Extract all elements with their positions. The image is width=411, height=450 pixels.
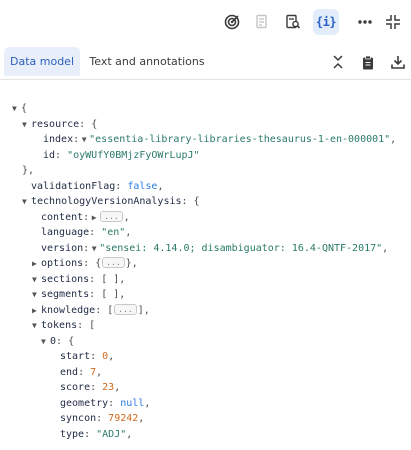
expand-toggle-icon[interactable]: ▼	[41, 334, 50, 350]
json-key: tokens	[41, 320, 78, 331]
json-view-label: {i}	[315, 15, 337, 29]
more-icon[interactable]	[352, 9, 378, 35]
json-value: "essentia-library-libraries-thesaurus-1-…	[89, 134, 391, 145]
json-key: options	[41, 258, 84, 269]
collapsed-ellipsis[interactable]: ...	[100, 210, 123, 222]
json-row-technology-version-analysis: ▼ technologyVersionAnalysis: {	[0, 194, 411, 210]
json-row-segments: ▼ segments: [ ],	[0, 287, 411, 303]
json-key: type	[60, 428, 85, 440]
document-search-icon[interactable]	[280, 9, 306, 35]
collapse-all-icon[interactable]	[327, 51, 349, 73]
target-icon[interactable]	[219, 9, 245, 35]
json-row-validation-flag: validationFlag: false,	[31, 180, 164, 192]
json-key: segments	[41, 289, 90, 300]
json-row-geometry: geometry: null,	[60, 397, 151, 409]
json-row-syncon: syncon: 79242,	[60, 413, 145, 424]
json-value: null	[120, 397, 145, 409]
json-row-start: start: 0,	[60, 351, 115, 362]
json-row-type: type: "ADJ",	[60, 428, 133, 440]
expand-toggle-icon[interactable]: ▼	[12, 101, 21, 117]
json-key: id	[43, 149, 56, 161]
json-key: technologyVersionAnalysis	[31, 196, 182, 207]
expand-toggle-icon[interactable]: ▼	[32, 287, 41, 303]
json-row-language: language: "en",	[41, 227, 132, 238]
json-key: geometry	[60, 397, 109, 409]
json-key: content	[41, 211, 84, 223]
json-root-row: ▼{	[0, 101, 411, 117]
json-row-resource: ▼ resource: {	[0, 117, 411, 133]
json-row-options: ▶ options: {...},	[0, 256, 411, 272]
expand-toggle-icon[interactable]: ▼	[22, 117, 31, 133]
json-value: "ADJ"	[96, 428, 127, 440]
json-row-knowledge: ▶ knowledge: [...],	[0, 303, 411, 319]
json-key: score	[60, 382, 91, 393]
json-key: language	[41, 227, 90, 238]
json-row-end: end: 7,	[60, 366, 103, 378]
collapsed-ellipsis[interactable]: ...	[102, 257, 125, 268]
json-row-id: id: "oyWUfY0BMjzFyOWrLupJ"	[43, 149, 200, 161]
download-icon[interactable]	[387, 51, 409, 73]
collapse-panel-icon[interactable]	[380, 9, 406, 35]
json-value: false	[127, 180, 158, 192]
expand-toggle-icon[interactable]: ▼	[79, 132, 89, 148]
expand-toggle-icon[interactable]: ▼	[32, 318, 41, 334]
json-value: 23	[102, 382, 115, 393]
json-key: start	[60, 351, 91, 362]
tab-data-model[interactable]: Data model	[4, 47, 80, 76]
document-list-icon[interactable]	[249, 9, 275, 35]
json-row-index: index: ▼ "essentia-library-libraries-thesa…	[0, 132, 411, 148]
json-value: "sensei: 4.14.0; disambiguator: 16.4-QNT…	[99, 242, 383, 254]
tab-bar: Data model Text and annotations	[0, 44, 411, 80]
json-value: 79242	[108, 413, 139, 424]
collapsed-ellipsis[interactable]: ...	[114, 303, 137, 315]
json-tree: ▼{ ▼ resource: { index: ▼ "essentia-library…	[0, 80, 411, 450]
tab-text-and-annotations[interactable]: Text and annotations	[88, 47, 206, 76]
expand-toggle-icon[interactable]: ▶	[32, 256, 41, 272]
json-key: version	[41, 242, 84, 254]
json-key: knowledge	[41, 304, 96, 316]
json-value: "oyWUfY0BMjzFyOWrLupJ"	[67, 149, 200, 161]
json-key: syncon	[60, 413, 97, 424]
expand-toggle-icon[interactable]: ▶	[32, 303, 41, 319]
json-row-resource-close: },	[22, 165, 35, 176]
json-row-token-0: ▼ 0: {	[0, 334, 411, 350]
json-key: index	[43, 134, 74, 145]
expand-toggle-icon[interactable]: ▼	[89, 241, 99, 257]
top-toolbar: {i}	[0, 0, 411, 44]
json-key: validationFlag	[31, 180, 116, 192]
json-value: "en"	[101, 227, 126, 238]
expand-toggle-icon[interactable]: ▼	[22, 194, 31, 210]
json-row-content: content: ▶...,	[0, 210, 411, 226]
expand-toggle-icon[interactable]: ▼	[32, 272, 41, 288]
json-row-tokens: ▼ tokens: [	[0, 318, 411, 334]
json-key: resource	[31, 118, 80, 130]
json-key: end	[60, 366, 79, 378]
json-row-sections: ▼ sections: [ ],	[0, 272, 411, 288]
expand-toggle-icon[interactable]: ▶	[89, 210, 99, 226]
clipboard-icon[interactable]	[357, 51, 379, 73]
json-row-version: version: ▼ "sensei: 4.14.0; disambiguator:…	[0, 241, 411, 257]
json-key: sections	[41, 273, 90, 285]
json-view-icon[interactable]: {i}	[313, 9, 339, 35]
json-row-score: score: 23,	[60, 382, 121, 393]
